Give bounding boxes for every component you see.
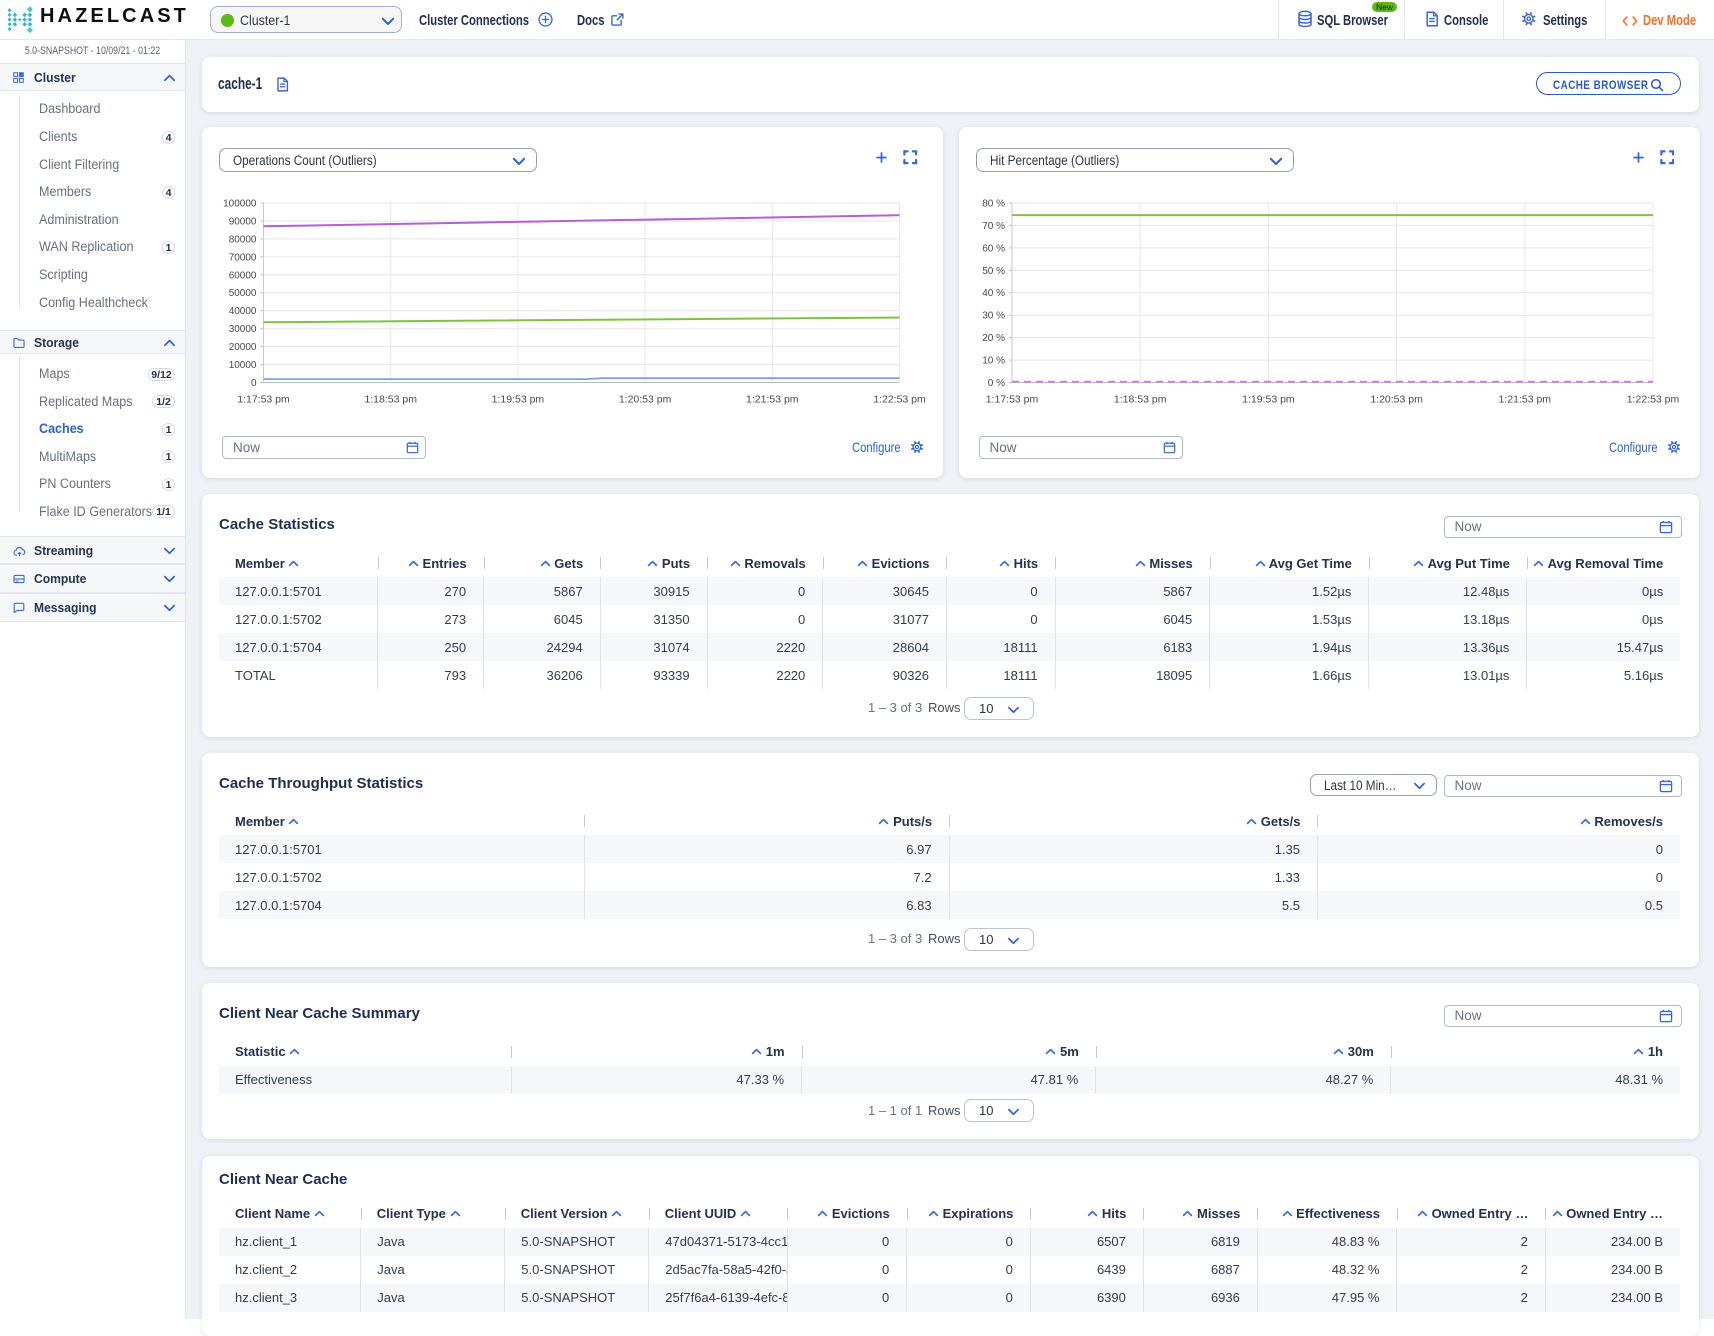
- svg-text:100000: 100000: [223, 199, 257, 210]
- svg-text:10 %: 10 %: [982, 356, 1005, 367]
- svg-text:30000: 30000: [229, 324, 257, 335]
- svg-text:30 %: 30 %: [982, 311, 1005, 322]
- svg-text:1:22:53 pm: 1:22:53 pm: [873, 394, 926, 406]
- svg-text:40000: 40000: [229, 306, 257, 317]
- svg-text:1:18:53 pm: 1:18:53 pm: [1113, 394, 1166, 406]
- svg-text:20000: 20000: [229, 342, 257, 353]
- svg-text:1:22:53 pm: 1:22:53 pm: [1626, 394, 1679, 406]
- svg-text:1:20:53 pm: 1:20:53 pm: [1370, 394, 1423, 406]
- svg-text:1:20:53 pm: 1:20:53 pm: [619, 394, 672, 406]
- svg-text:70000: 70000: [229, 252, 257, 263]
- svg-text:0 %: 0 %: [987, 378, 1004, 389]
- svg-text:60 %: 60 %: [982, 243, 1005, 254]
- svg-text:70 %: 70 %: [982, 221, 1005, 232]
- svg-text:50000: 50000: [229, 288, 257, 299]
- svg-text:40 %: 40 %: [982, 288, 1005, 299]
- svg-text:80000: 80000: [229, 234, 257, 245]
- svg-text:1:21:53 pm: 1:21:53 pm: [1498, 394, 1551, 406]
- svg-text:1:19:53 pm: 1:19:53 pm: [1242, 394, 1295, 406]
- svg-text:1:17:53 pm: 1:17:53 pm: [237, 394, 290, 406]
- svg-text:80 %: 80 %: [982, 199, 1005, 210]
- svg-text:10000: 10000: [229, 360, 257, 371]
- svg-text:1:17:53 pm: 1:17:53 pm: [985, 394, 1038, 406]
- svg-text:1:19:53 pm: 1:19:53 pm: [492, 394, 545, 406]
- svg-text:1:18:53 pm: 1:18:53 pm: [364, 394, 417, 406]
- svg-text:0: 0: [251, 378, 257, 389]
- svg-text:60000: 60000: [229, 270, 257, 281]
- svg-text:90000: 90000: [229, 217, 257, 228]
- svg-text:20 %: 20 %: [982, 333, 1005, 344]
- svg-text:50 %: 50 %: [982, 266, 1005, 277]
- svg-text:1:21:53 pm: 1:21:53 pm: [746, 394, 799, 406]
